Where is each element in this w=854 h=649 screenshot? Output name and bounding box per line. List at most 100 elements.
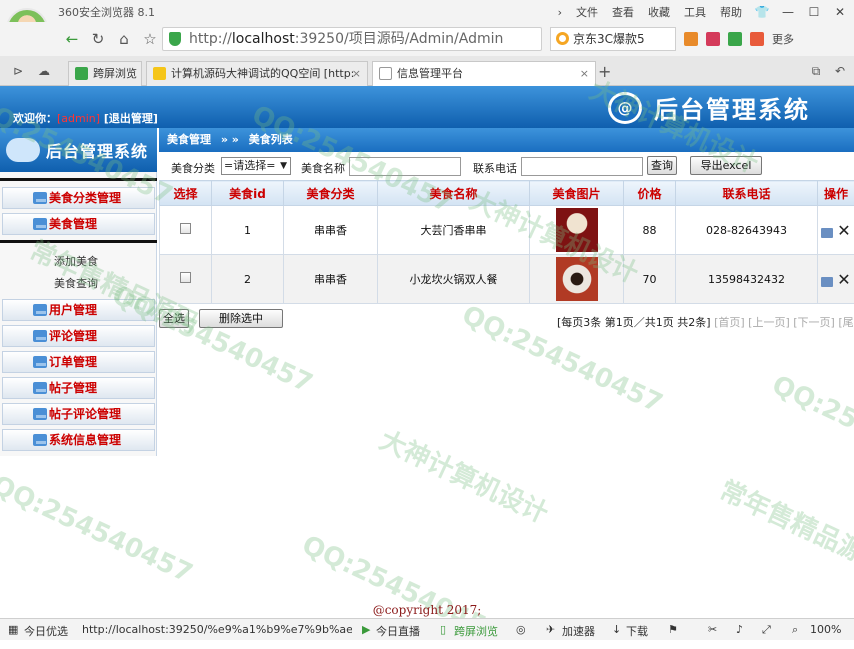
browser-title: 360安全浏览器 8.1 (58, 4, 155, 20)
new-tab-icon[interactable]: + (598, 62, 611, 81)
system-title: 后台管理系统 (654, 90, 810, 125)
sidebar-item-label: 美食管理 (49, 217, 97, 231)
delete-icon[interactable]: ✕ (837, 270, 850, 289)
delete-selected-button[interactable]: 删除选中 (199, 309, 283, 328)
name-label: 美食名称 (301, 160, 345, 176)
apps-icon[interactable] (684, 32, 698, 46)
pager: 全选 删除选中 [每页3条 第1页／共1页 共2条] [首页] [上一页] [下… (159, 309, 854, 331)
close-window-icon[interactable]: ✕ (832, 5, 848, 19)
id-cell: 2 (212, 255, 284, 304)
pager-last[interactable]: [尾页] (838, 316, 854, 329)
col-name: 美食名称 (378, 181, 530, 206)
sidebar-item-orders[interactable]: 订单管理 (2, 351, 155, 373)
globe-icon[interactable]: ◎ (516, 623, 526, 636)
copyright: @copyright 2017; (0, 603, 854, 617)
screen-icon[interactable]: ▯ (440, 623, 446, 636)
close-tab-icon[interactable]: × (352, 62, 361, 85)
row-checkbox[interactable] (180, 223, 191, 234)
col-image: 美食图片 (530, 181, 624, 206)
hover-url: http://localhost:39250/%e9%a1%b9%e7%9b%a… (82, 623, 352, 636)
name-cell: 大芸门香串串 (378, 206, 530, 255)
back-arrow-icon[interactable]: ← (62, 29, 82, 49)
undo-icon[interactable]: ↶ (830, 61, 850, 81)
sidebar: 后台管理系统 美食分类管理 美食管理 添加美食 美食查询 用户管理 评论管理 订… (0, 128, 157, 456)
maximize-icon[interactable]: ☐ (806, 5, 822, 19)
today-live[interactable]: 今日直播 (376, 623, 420, 639)
close-tab-icon[interactable]: × (580, 62, 589, 85)
download-icon[interactable]: ↓ (612, 623, 621, 636)
phone-cell: 13598432432 (676, 255, 818, 304)
sidebar-item-posts[interactable]: 帖子管理 (2, 377, 155, 399)
tab-cross-screen[interactable]: 跨屏浏览 (68, 61, 142, 86)
pager-prev[interactable]: [上一页] (748, 316, 790, 329)
zoom-level[interactable]: 100% (810, 623, 841, 636)
edit-icon[interactable] (821, 228, 833, 238)
phone-input[interactable] (521, 157, 643, 176)
cloud-icon[interactable]: ☁ (34, 61, 54, 81)
minimize-icon[interactable]: — (780, 5, 796, 19)
sidebar-item-food-category[interactable]: 美食分类管理 (2, 187, 155, 209)
restore-tab-icon[interactable]: ⧉ (806, 61, 826, 81)
tab-info-platform[interactable]: 信息管理平台 × (372, 61, 596, 87)
food-table: 选择 美食id 美食分类 美食名称 美食图片 价格 联系电话 操作 1 串串香 … (159, 180, 854, 304)
more-menu[interactable]: 更多 (772, 31, 794, 47)
pager-first[interactable]: [首页] (714, 316, 745, 329)
shirt-icon[interactable]: 👕 (754, 5, 770, 19)
select-all-button[interactable]: 全选 (159, 309, 189, 328)
grid-icon[interactable]: ▦ (8, 623, 18, 636)
download-label[interactable]: 下载 (626, 623, 648, 639)
cross-screen-label[interactable]: 跨屏浏览 (454, 623, 498, 639)
sidebar-item-label: 用户管理 (49, 303, 97, 317)
menu-tools[interactable]: 工具 (682, 2, 708, 22)
sidebar-item-system-info[interactable]: 系统信息管理 (2, 429, 155, 451)
tab-qq-space[interactable]: 计算机源码大神调试的QQ空间 [http: × (146, 61, 368, 86)
search-engine-input[interactable]: 京东3C爆款5 (550, 27, 676, 51)
play-icon[interactable]: ▶ (362, 623, 370, 636)
delete-icon[interactable]: ✕ (837, 221, 850, 240)
sidebar-item-post-comments[interactable]: 帖子评论管理 (2, 403, 155, 425)
extension-icon[interactable] (706, 32, 720, 46)
menu-view[interactable]: 查看 (610, 2, 636, 22)
logout-link[interactable]: [退出管理] (104, 112, 158, 125)
sidebar-sub-add-food[interactable]: 添加美食 (2, 251, 155, 273)
speaker-icon[interactable]: ♪ (736, 623, 743, 636)
tab-label: 跨屏浏览 (93, 67, 137, 80)
name-input[interactable] (349, 157, 461, 176)
refresh-icon[interactable]: ↻ (88, 29, 108, 49)
star-icon[interactable]: ☆ (140, 29, 160, 49)
flag-icon[interactable]: ⚑ (668, 623, 678, 636)
url-input[interactable]: http://localhost:39250/项目源码/Admin/Admin (162, 27, 542, 51)
sidebar-item-food[interactable]: 美食管理 (2, 213, 155, 235)
menu-help[interactable]: 帮助 (718, 2, 744, 22)
sidebar-toggle-icon[interactable]: ⊳ (8, 61, 28, 81)
screen-icon (75, 67, 88, 80)
home-icon[interactable]: ⌂ (114, 29, 134, 49)
folder-icon (33, 382, 47, 394)
star-icon (153, 67, 166, 80)
menu-file[interactable]: 文件 (574, 2, 600, 22)
welcome-prefix: 欢迎你： (13, 112, 57, 125)
accelerator-label[interactable]: 加速器 (562, 623, 595, 639)
translate-icon[interactable] (750, 32, 764, 46)
folder-icon (33, 192, 47, 204)
security-icon[interactable] (728, 32, 742, 46)
table-header-row: 选择 美食id 美食分类 美食名称 美食图片 价格 联系电话 操作 (160, 181, 854, 206)
rocket-icon[interactable]: ✈ (546, 623, 555, 636)
zoom-icon[interactable]: ⌕ (792, 623, 798, 637)
pager-next[interactable]: [下一页] (793, 316, 835, 329)
table-row: 2 串串香 小龙坎火锅双人餐 70 13598432432 ✕ (160, 255, 854, 304)
chevron-right-icon[interactable]: › (556, 4, 564, 21)
menu-favorites[interactable]: 收藏 (646, 2, 672, 22)
col-id: 美食id (212, 181, 284, 206)
sidebar-item-comments[interactable]: 评论管理 (2, 325, 155, 347)
sidebar-sub-query-food[interactable]: 美食查询 (2, 273, 155, 295)
export-excel-button[interactable]: 导出excel (690, 156, 762, 175)
edit-icon[interactable] (821, 277, 833, 287)
sidebar-item-users[interactable]: 用户管理 (2, 299, 155, 321)
today-picks[interactable]: 今日优选 (24, 623, 68, 639)
row-checkbox[interactable] (180, 272, 191, 283)
query-button[interactable]: 查询 (647, 156, 677, 175)
fullscreen-icon[interactable]: ⤢ (762, 623, 771, 637)
cut-icon[interactable]: ✂ (708, 623, 717, 636)
category-select[interactable]: =请选择= ▼ (221, 157, 291, 175)
